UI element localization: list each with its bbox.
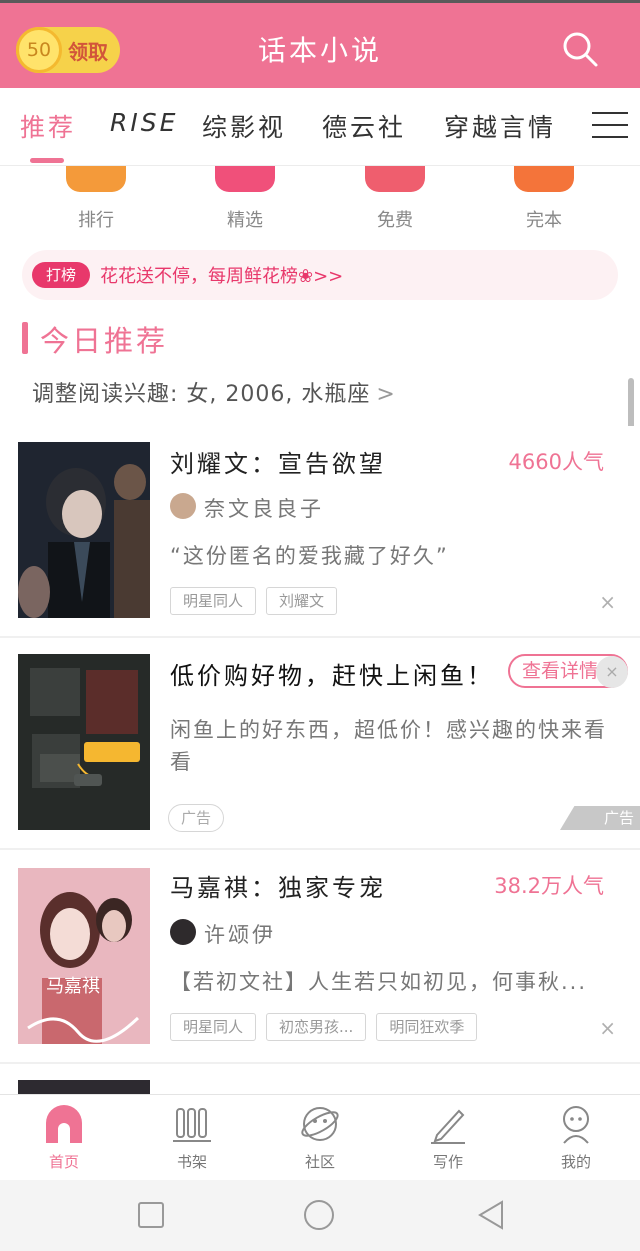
author-name[interactable]: 许颂伊 [204, 919, 276, 949]
nav-label: 写作 [432, 1153, 463, 1171]
complete-icon [514, 166, 574, 192]
profile-icon [555, 1103, 597, 1145]
tag[interactable]: 明同狂欢季 [376, 1013, 478, 1041]
tag[interactable]: 明星同人 [170, 587, 257, 615]
section-title: 今日推荐 [40, 324, 169, 358]
book-cover-partial [18, 1080, 150, 1094]
nav-bookshelf[interactable]: 书架 [152, 1103, 232, 1172]
category-tabs: 推荐 RISE 综影视 德云社 穿越言情 [0, 88, 640, 166]
tab-film-tv[interactable]: 综影视 [202, 108, 286, 144]
quick-entry-label: 精选 [227, 210, 263, 231]
circle-icon[interactable] [302, 1198, 336, 1232]
close-icon[interactable]: × [599, 1016, 616, 1040]
back-triangle-icon[interactable] [474, 1198, 508, 1232]
free-icon [365, 166, 425, 192]
nav-profile[interactable]: 我的 [536, 1103, 616, 1172]
pen-icon [427, 1103, 469, 1145]
quick-entry-label: 完本 [526, 210, 562, 231]
book-description: “这份匿名的爱我藏了好久” [170, 544, 449, 568]
avatar [170, 919, 196, 945]
chevron-right-icon: > [376, 382, 396, 407]
quick-entry-label: 排行 [78, 210, 114, 231]
nav-home[interactable]: 首页 [24, 1103, 104, 1172]
nav-label: 我的 [560, 1153, 591, 1171]
tab-deyunshe[interactable]: 德云社 [322, 108, 406, 144]
quick-entries: 排行 精选 免费 完本 [0, 166, 640, 246]
nav-community[interactable]: 社区 [280, 1103, 360, 1172]
ad-tag: 广告 [168, 804, 225, 832]
book-description: 【若初文社】人生若只如初见，何事秋... [170, 970, 588, 994]
book-cover [18, 442, 150, 618]
avatar [170, 493, 196, 519]
app-root: 50 领取 话本小说 推荐 RISE 综影视 德云社 穿越言情 排行 精选 免费… [0, 0, 640, 1251]
tabs-menu-icon[interactable] [592, 112, 628, 142]
tab-indicator [30, 158, 64, 163]
tab-romance[interactable]: 穿越言情 [444, 108, 556, 144]
book-tags: 明星同人 刘耀文 [170, 587, 338, 615]
nav-label: 首页 [48, 1153, 79, 1171]
close-icon[interactable]: × [599, 590, 616, 614]
quick-entry-complete[interactable]: 完本 [494, 166, 594, 232]
search-icon[interactable] [560, 29, 600, 69]
tab-recommend[interactable]: 推荐 [20, 108, 76, 144]
quick-entry-featured[interactable]: 精选 [195, 166, 295, 232]
ad-title: 低价购好物，赶快上闲鱼！ [170, 662, 494, 690]
featured-icon [215, 166, 275, 192]
ad-description: 闲鱼上的好东西，超低价！感兴趣的快来看看 [170, 718, 607, 774]
author-name[interactable]: 奈文良良子 [204, 493, 324, 523]
book-cover: 马嘉祺 [18, 868, 150, 1044]
bottom-nav: 首页 书架 社区 写作 我的 [0, 1094, 640, 1180]
popularity: 38.2万人气 [494, 874, 604, 898]
nav-label: 社区 [304, 1153, 335, 1171]
nav-write[interactable]: 写作 [408, 1103, 488, 1172]
flower-ranking-banner[interactable]: 打榜 花花送不停，每周鲜花榜❀>> [22, 250, 618, 300]
cover-title: 马嘉祺 [46, 976, 100, 997]
book-title: 刘耀文：宣告欲望 [170, 450, 386, 478]
section-accent-bar [22, 322, 28, 354]
book-card[interactable]: 刘耀文：宣告欲望 4660人气 奈文良良子 “这份匿名的爱我藏了好久” 明星同人… [0, 426, 640, 636]
app-header: 50 领取 话本小说 [0, 0, 640, 88]
rank-icon [66, 166, 126, 192]
tag[interactable]: 初恋男孩... [266, 1013, 367, 1041]
tag[interactable]: 刘耀文 [266, 587, 338, 615]
book-card[interactable]: 马嘉祺 马嘉祺：独家专宠 38.2万人气 许颂伊 【若初文社】人生若只如初见，何… [0, 850, 640, 1062]
banner-badge: 打榜 [32, 262, 90, 288]
popularity: 4660人气 [508, 450, 604, 474]
quick-entry-label: 免费 [377, 210, 413, 231]
nav-label: 书架 [176, 1153, 207, 1171]
quick-entry-rank[interactable]: 排行 [46, 166, 146, 232]
app-title: 话本小说 [257, 34, 382, 67]
book-tags: 明星同人 初恋男孩... 明同狂欢季 [170, 1013, 478, 1041]
divider [0, 1062, 640, 1064]
banner-text: 花花送不停，每周鲜花榜❀>> [100, 266, 344, 287]
ad-cover [18, 654, 150, 830]
home-icon [43, 1103, 85, 1145]
interest-text: 调整阅读兴趣: 女, 2006, 水瓶座 [32, 382, 371, 407]
tab-rise[interactable]: RISE [110, 108, 178, 137]
bookshelf-icon [171, 1103, 213, 1145]
square-icon[interactable] [134, 1198, 168, 1232]
community-icon [299, 1103, 341, 1145]
close-icon[interactable]: × [596, 656, 628, 688]
tag[interactable]: 明星同人 [170, 1013, 257, 1041]
system-nav-bar [0, 1180, 640, 1251]
quick-entry-free[interactable]: 免费 [345, 166, 445, 232]
book-title: 马嘉祺：独家专宠 [170, 874, 386, 902]
adjust-interest-link[interactable]: 调整阅读兴趣: 女, 2006, 水瓶座 > [32, 376, 396, 408]
